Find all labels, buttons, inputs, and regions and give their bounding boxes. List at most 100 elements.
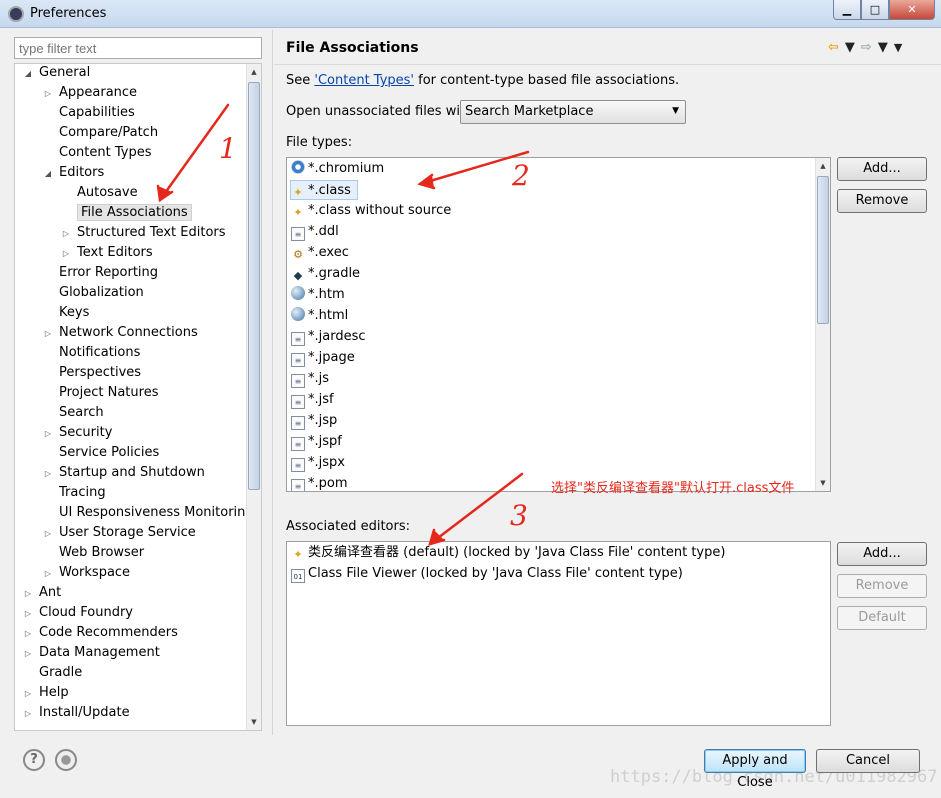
- remove-editor-button[interactable]: Remove: [837, 574, 927, 598]
- file-type-row[interactable]: *.html: [291, 306, 348, 326]
- tree-item-error-reporting[interactable]: Error Reporting: [43, 263, 158, 283]
- filter-input[interactable]: [14, 37, 262, 59]
- tree-item-code-recommenders[interactable]: ▷ Code Recommenders: [23, 623, 178, 643]
- tree-item-appearance[interactable]: ▷ Appearance: [43, 83, 137, 103]
- expand-arrow-icon[interactable]: ▷: [23, 604, 33, 624]
- tree-item-web-browser[interactable]: Web Browser: [43, 543, 144, 563]
- tree-item-workspace[interactable]: ▷ Workspace: [43, 563, 130, 583]
- tree-item-autosave[interactable]: Autosave: [61, 183, 138, 203]
- file-type-row[interactable]: ⚙ *.exec: [291, 243, 349, 263]
- tree-item-ui-responsiveness-monitoring[interactable]: UI Responsiveness Monitoring: [43, 503, 254, 523]
- globe-icon: [291, 307, 305, 321]
- file-type-row[interactable]: ≡ *.jsp: [291, 411, 337, 431]
- maximize-button[interactable]: □: [861, 0, 889, 20]
- expand-arrow-icon[interactable]: ▷: [43, 424, 53, 444]
- editor-row[interactable]: 01 Class File Viewer (locked by 'Java Cla…: [291, 564, 683, 584]
- tree-item-network-connections[interactable]: ▷ Network Connections: [43, 323, 198, 343]
- tree-item-capabilities[interactable]: Capabilities: [43, 103, 135, 123]
- import-export-icon[interactable]: [55, 749, 77, 771]
- expand-arrow-icon[interactable]: ▷: [61, 244, 71, 264]
- tree-item-gradle[interactable]: Gradle: [23, 663, 82, 683]
- forward-arrow-icon[interactable]: ⇨: [861, 40, 872, 55]
- tree-item-install-update[interactable]: ▷ Install/Update: [23, 703, 130, 723]
- file-type-row[interactable]: ≡ *.jsf: [291, 390, 334, 410]
- help-icon[interactable]: ?: [23, 749, 45, 771]
- collapse-arrow-icon[interactable]: ◢: [23, 64, 33, 84]
- associated-editors-list[interactable]: ✦ 类反编译查看器 (default) (locked by 'Java Clas…: [286, 541, 831, 726]
- collapse-arrow-icon[interactable]: ◢: [43, 164, 53, 184]
- close-button[interactable]: ✕: [889, 0, 935, 20]
- tree-scrollbar[interactable]: ▲ ▼: [246, 64, 261, 730]
- tree-item-compare-patch[interactable]: Compare/Patch: [43, 123, 158, 143]
- tree-item-structured-text-editors[interactable]: ▷ Structured Text Editors: [61, 223, 226, 243]
- tree-item-file-associations[interactable]: File Associations: [61, 203, 192, 223]
- expand-arrow-icon[interactable]: ▷: [61, 224, 71, 244]
- tree-item-editors[interactable]: ◢ Editors: [43, 163, 104, 183]
- expand-arrow-icon[interactable]: ▷: [23, 644, 33, 664]
- expand-arrow-icon[interactable]: ▷: [23, 624, 33, 644]
- cancel-button[interactable]: Cancel: [816, 749, 920, 773]
- tree-item-service-policies[interactable]: Service Policies: [43, 443, 159, 463]
- add-file-type-button[interactable]: Add...: [837, 157, 927, 181]
- file-type-row[interactable]: ✦ *.class: [290, 180, 358, 200]
- content-types-link[interactable]: 'Content Types': [314, 73, 414, 88]
- add-editor-button[interactable]: Add...: [837, 542, 927, 566]
- tree-item-general[interactable]: ◢ General: [23, 64, 90, 84]
- tree-item-content-types[interactable]: Content Types: [43, 143, 151, 163]
- scroll-up-icon[interactable]: ▲: [247, 64, 261, 80]
- pane-splitter[interactable]: [272, 30, 273, 735]
- editor-row[interactable]: ✦ 类反编译查看器 (default) (locked by 'Java Clas…: [291, 543, 725, 563]
- scrollbar-thumb[interactable]: [248, 82, 260, 490]
- file-type-row[interactable]: *.htm: [291, 285, 345, 305]
- tree-item-text-editors[interactable]: ▷ Text Editors: [61, 243, 153, 263]
- file-type-row[interactable]: ≡ *.jpage: [291, 348, 355, 368]
- expand-arrow-icon[interactable]: ▷: [43, 464, 53, 484]
- tree-item-globalization[interactable]: Globalization: [43, 283, 144, 303]
- expand-arrow-icon[interactable]: ▷: [23, 584, 33, 604]
- file-type-row[interactable]: *.chromium: [291, 159, 384, 179]
- file-type-row[interactable]: ≡ *.js: [291, 369, 329, 389]
- file-type-row[interactable]: ≡ *.pom: [291, 474, 348, 491]
- scrollbar-thumb[interactable]: [817, 176, 829, 324]
- file-type-row[interactable]: ≡ *.jspx: [291, 453, 345, 473]
- tree-item-user-storage-service[interactable]: ▷ User Storage Service: [43, 523, 196, 543]
- tree-item-help[interactable]: ▷ Help: [23, 683, 69, 703]
- file-type-row[interactable]: ◆ *.gradle: [291, 264, 360, 284]
- view-menu-icon[interactable]: ▼: [894, 41, 902, 54]
- tree-item-project-natures[interactable]: Project Natures: [43, 383, 158, 403]
- expand-arrow-icon[interactable]: ▷: [43, 564, 53, 584]
- file-type-row[interactable]: ✦ *.class without source: [291, 201, 451, 221]
- file-type-row[interactable]: ≡ *.jspf: [291, 432, 342, 452]
- apply-and-close-button[interactable]: Apply and Close: [704, 749, 806, 790]
- file-type-row[interactable]: ≡ *.jardesc: [291, 327, 366, 347]
- tree-item-data-management[interactable]: ▷ Data Management: [23, 643, 160, 663]
- tree-item-security[interactable]: ▷ Security: [43, 423, 112, 443]
- tree-item-keys[interactable]: Keys: [43, 303, 89, 323]
- scroll-down-icon[interactable]: ▼: [247, 714, 261, 730]
- back-menu-icon[interactable]: ▼: [845, 40, 855, 55]
- expand-arrow-icon[interactable]: ▷: [23, 684, 33, 704]
- scroll-up-icon[interactable]: ▲: [816, 158, 830, 174]
- expand-arrow-icon[interactable]: ▷: [43, 324, 53, 344]
- back-arrow-icon[interactable]: ⇦: [828, 40, 839, 55]
- tree-item-tracing[interactable]: Tracing: [43, 483, 106, 503]
- open-unassociated-select[interactable]: Search Marketplace ▼: [460, 100, 686, 124]
- expand-arrow-icon[interactable]: ▷: [23, 704, 33, 724]
- tree-item-cloud-foundry[interactable]: ▷ Cloud Foundry: [23, 603, 133, 623]
- tree-item-ant[interactable]: ▷ Ant: [23, 583, 61, 603]
- remove-file-type-button[interactable]: Remove: [837, 189, 927, 213]
- minimize-button[interactable]: ▁: [833, 0, 861, 20]
- expand-arrow-icon[interactable]: ▷: [43, 84, 53, 104]
- file-type-row[interactable]: ≡ *.ddl: [291, 222, 339, 242]
- tree-item-notifications[interactable]: Notifications: [43, 343, 140, 363]
- scroll-down-icon[interactable]: ▼: [816, 475, 830, 491]
- file-types-list[interactable]: ▲ ▼ *.chromium ✦ *.class ✦ *.class without s…: [286, 157, 831, 492]
- tree-item-perspectives[interactable]: Perspectives: [43, 363, 141, 383]
- forward-menu-icon[interactable]: ▼: [878, 40, 888, 55]
- open-unassociated-value: Search Marketplace: [465, 104, 594, 119]
- tree-item-search[interactable]: Search: [43, 403, 104, 423]
- default-editor-button[interactable]: Default: [837, 606, 927, 630]
- file-types-scrollbar[interactable]: ▲ ▼: [815, 158, 830, 491]
- tree-item-startup-and-shutdown[interactable]: ▷ Startup and Shutdown: [43, 463, 205, 483]
- expand-arrow-icon[interactable]: ▷: [43, 524, 53, 544]
